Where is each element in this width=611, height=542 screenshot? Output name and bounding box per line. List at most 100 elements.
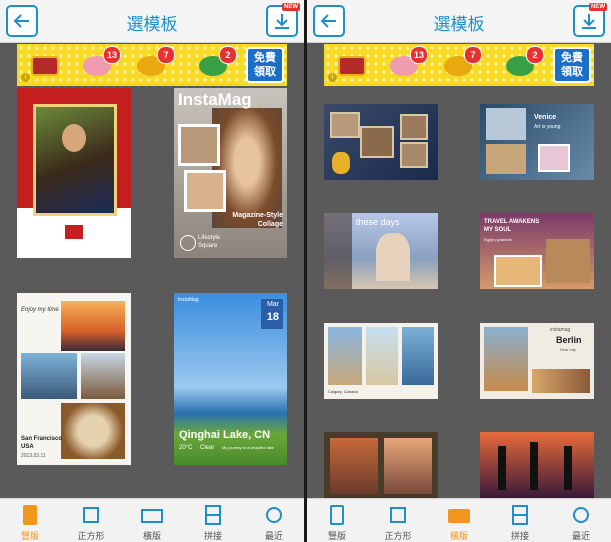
nav-recent-label: 最近 [264,531,283,541]
download-button[interactable]: NEW [266,3,300,37]
nav-portrait-label: 豎版 [20,531,39,541]
gold-count-badge: 7 [464,46,482,64]
nav-stitch[interactable]: 拼接 [490,499,550,542]
template-these-days[interactable]: these days [324,213,438,289]
berlin-title: Berlin [556,335,582,345]
jade-gem-icon: 2 [197,46,237,80]
template-san-francisco[interactable]: Enjoy my time San Francisco USA 2013.03.… [17,293,131,465]
template-frames-wall[interactable] [324,104,438,180]
nav-landscape-label: 橫版 [449,531,468,541]
landscape-icon [141,509,163,523]
nav-recent[interactable]: 最近 [244,499,304,542]
bottom-nav: 豎版 正方形 橫版 拼接 最近 [0,498,304,542]
nav-square[interactable]: 正方形 [61,499,121,542]
promo-banner[interactable]: 13 7 2 i 免費 領取 [17,44,287,86]
peach-icon: 13 [388,46,428,80]
nav-recent-label: 最近 [571,531,590,541]
template-red-frame[interactable] [17,88,131,258]
qh-note: My journey to a beautiful lake [222,445,275,450]
template-yoga-sunset[interactable] [480,432,594,498]
nav-landscape-label: 橫版 [142,531,161,541]
free-claim-button[interactable]: 免費 領取 [553,47,591,83]
gold-ingot-icon: 7 [442,46,482,80]
nav-square[interactable]: 正方形 [368,499,428,542]
instamag-title: InstaMag [178,90,252,109]
peach-count-badge: 13 [410,46,428,64]
nav-landscape[interactable]: 橫版 [429,499,489,542]
free-label-line1: 免費 [254,52,276,64]
sf-country: USA [21,444,34,450]
gold-count-badge: 7 [157,46,175,64]
free-label-line1: 免費 [561,52,583,64]
jade-count-badge: 2 [526,46,544,64]
nav-recent[interactable]: 最近 [551,499,611,542]
peach-icon: 13 [81,46,121,80]
qh-weather: Clear [200,445,215,451]
qh-month: Mar [266,301,279,308]
qh-temp: 20°C [179,445,193,451]
peach-count-badge: 13 [103,46,121,64]
free-label-line2: 領取 [561,66,583,78]
travel-sub: Egypt pyramids [484,237,512,242]
nav-portrait[interactable]: 豎版 [0,499,60,542]
template-venice[interactable]: Venice Art is young [480,104,594,180]
venice-title: Venice [534,114,557,121]
nav-stitch-label: 拼接 [203,531,222,541]
new-badge: NEW [589,3,607,11]
panel-landscape-templates: 選模板 NEW 13 7 2 i 免費 領取 Venice Art is you… [307,0,611,542]
panel-portrait-templates: 選模板 NEW 13 7 2 i 免費 領取 InstaMag Magazine… [0,0,304,542]
berlin-sub: Dear city [560,347,576,352]
venice-sub: Art is young [534,124,561,130]
page-title: 選模板 [126,15,178,34]
treasure-chest-icon [29,50,63,80]
download-icon [582,14,596,29]
instamag-square: Square [198,243,218,249]
nav-square-label: 正方形 [77,531,105,541]
jade-gem-icon: 2 [504,46,544,80]
bottom-nav: 豎版 正方形 橫版 拼接 最近 [307,498,611,542]
free-claim-button[interactable]: 免費 領取 [246,47,284,83]
sf-city: San Francisco [21,436,63,442]
qh-brand: InstaMag [178,297,199,303]
nav-stitch[interactable]: 拼接 [183,499,243,542]
template-qinghai-lake[interactable]: InstaMag Mar 18 Qinghai Lake, CN 20°C Cl… [174,293,287,465]
jade-count-badge: 2 [219,46,237,64]
portrait-icon [23,505,37,525]
info-icon[interactable]: i [21,73,30,82]
berlin-brand: instamag [550,327,571,333]
page-title: 選模板 [433,15,485,34]
nav-square-label: 正方形 [384,531,412,541]
qh-title: Qinghai Lake, CN [179,429,271,441]
template-calgary[interactable]: Calgary, Canada [324,323,438,399]
top-bar: 選模板 NEW [0,0,304,43]
sf-enjoy-text: Enjoy my time [21,307,59,313]
recent-icon [573,507,589,523]
nav-portrait[interactable]: 豎版 [307,499,367,542]
template-berlin[interactable]: instamag Berlin Dear city [480,323,594,399]
travel-title-2: MY SOUL [484,227,512,233]
recent-icon [266,507,282,523]
portrait-icon [330,505,344,525]
stitch-icon [205,505,221,525]
square-icon [390,507,406,523]
info-icon[interactable]: i [328,73,337,82]
promo-banner[interactable]: 13 7 2 i 免費 領取 [324,44,594,86]
calgary-caption: Calgary, Canada [328,389,358,394]
instamag-subtitle-2: Collage [257,221,283,228]
download-button[interactable]: NEW [573,3,607,37]
these-days-text: these days [356,217,400,227]
landscape-icon [448,509,470,523]
top-bar: 選模板 NEW [307,0,611,43]
nav-landscape[interactable]: 橫版 [122,499,182,542]
template-notebook[interactable] [324,432,438,498]
new-badge: NEW [282,3,300,11]
instamag-subtitle-1: Magazine-Style [232,212,283,219]
gold-ingot-icon: 7 [135,46,175,80]
sf-date: 2013.03.11 [21,453,46,459]
nav-portrait-label: 豎版 [327,531,346,541]
nav-stitch-label: 拼接 [510,531,529,541]
template-travel-awakens[interactable]: TRAVEL AWAKENS MY SOUL Egypt pyramids [480,213,594,289]
treasure-chest-icon [336,50,370,80]
free-label-line2: 領取 [254,66,276,78]
template-instamag[interactable]: InstaMag Magazine-Style Collage Lifestyl… [174,88,287,258]
